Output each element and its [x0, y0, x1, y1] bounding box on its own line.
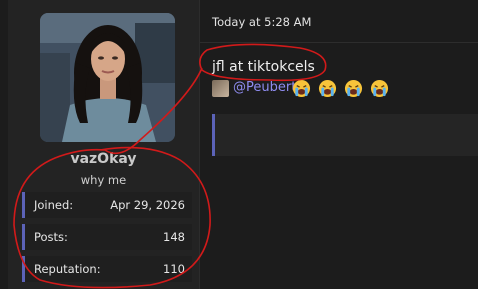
- user-mention-link[interactable]: @Peubert: [233, 80, 296, 95]
- username[interactable]: vazOkay: [8, 151, 199, 167]
- stat-value: 148: [163, 230, 185, 244]
- header-divider: [200, 42, 478, 43]
- stat-value: Apr 29, 2026: [110, 198, 185, 212]
- reply-quote-box[interactable]: [212, 114, 478, 156]
- user-info-panel: vazOkay why me Joined: Apr 29, 2026 Post…: [8, 0, 200, 289]
- stat-reputation: Reputation: 110: [22, 256, 192, 282]
- post-body-text: jfl at tiktokcels: [212, 59, 315, 75]
- forum-post: vazOkay why me Joined: Apr 29, 2026 Post…: [0, 0, 478, 289]
- emoji-group: [292, 79, 391, 98]
- stat-value: 110: [163, 262, 185, 276]
- loudly-crying-face-icon: [345, 79, 363, 98]
- mention-avatar[interactable]: [212, 80, 229, 97]
- loudly-crying-face-icon: [292, 79, 311, 98]
- message-area: Today at 5:28 AM jfl at tiktokcels @Peub…: [200, 0, 478, 289]
- user-avatar[interactable]: [40, 13, 175, 142]
- stat-label: Joined:: [34, 198, 74, 212]
- loudly-crying-face-icon: [371, 79, 389, 98]
- stat-label: Posts:: [34, 230, 68, 244]
- post-timestamp[interactable]: Today at 5:28 AM: [212, 15, 311, 29]
- avatar-photo: [40, 13, 175, 142]
- user-title: why me: [80, 173, 127, 187]
- stat-label: Reputation:: [34, 262, 101, 276]
- stat-joined: Joined: Apr 29, 2026: [22, 192, 192, 218]
- loudly-crying-face-icon: [319, 79, 337, 98]
- stat-posts: Posts: 148: [22, 224, 192, 250]
